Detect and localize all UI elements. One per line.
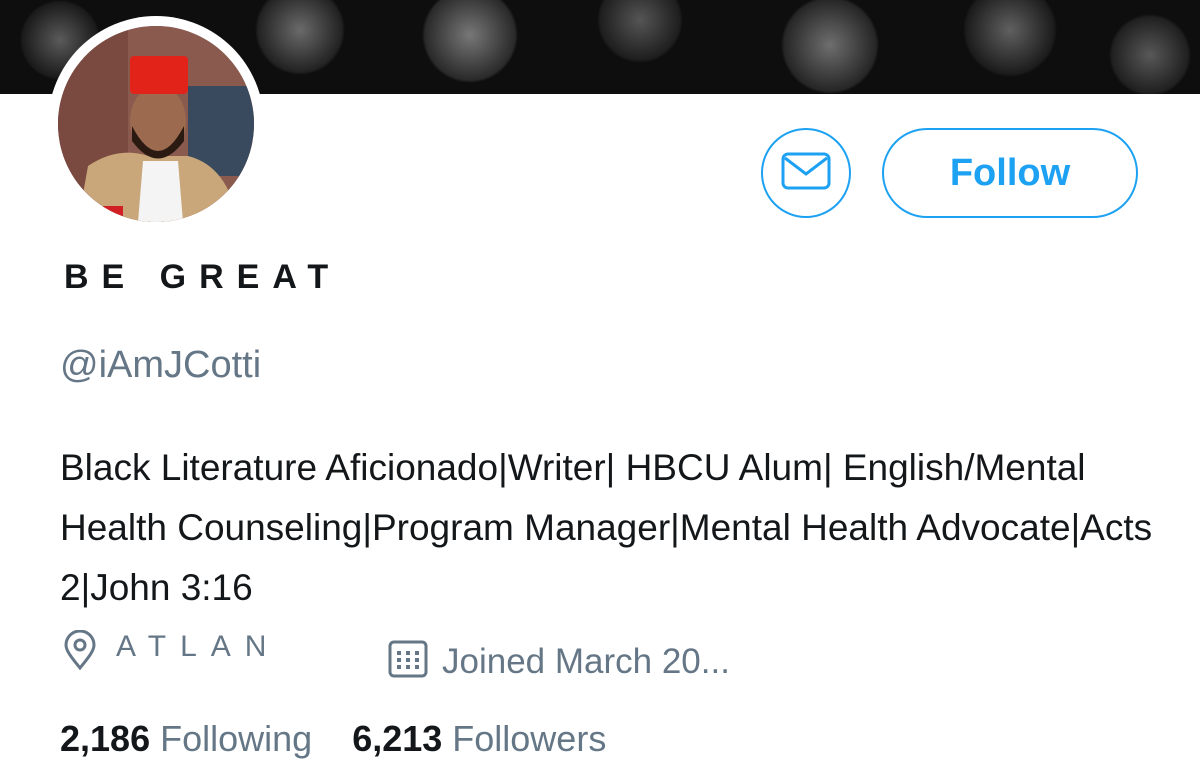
following-link[interactable]: 2,186 Following <box>60 718 312 760</box>
message-button[interactable] <box>761 128 851 218</box>
following-count: 2,186 <box>60 718 151 759</box>
calendar-icon <box>388 640 428 683</box>
followers-link[interactable]: 6,213 Followers <box>352 718 606 760</box>
profile-joined-date: Joined March 20... <box>388 640 730 683</box>
joined-text: Joined March 20... <box>442 641 730 681</box>
location-text: ATLANTA <box>116 629 281 663</box>
avatar-photo <box>58 26 254 222</box>
display-name: BE GREAT <box>64 258 342 296</box>
profile-avatar[interactable] <box>48 16 264 232</box>
profile-location: ATLANTA <box>62 630 286 675</box>
follow-button-label: Follow <box>949 151 1071 194</box>
profile-bio: Black Literature Aficionado|Writer| HBCU… <box>60 447 1153 608</box>
location-pin-icon <box>62 629 98 675</box>
envelope-icon <box>781 152 831 195</box>
profile-handle: @iAmJCotti <box>60 344 262 386</box>
followers-label: Followers <box>452 718 607 759</box>
following-label: Following <box>160 718 313 759</box>
follow-counts: 2,186 Following 6,213 Followers <box>60 718 636 760</box>
follow-button[interactable]: Follow <box>882 128 1138 218</box>
followers-count: 6,213 <box>352 718 443 759</box>
